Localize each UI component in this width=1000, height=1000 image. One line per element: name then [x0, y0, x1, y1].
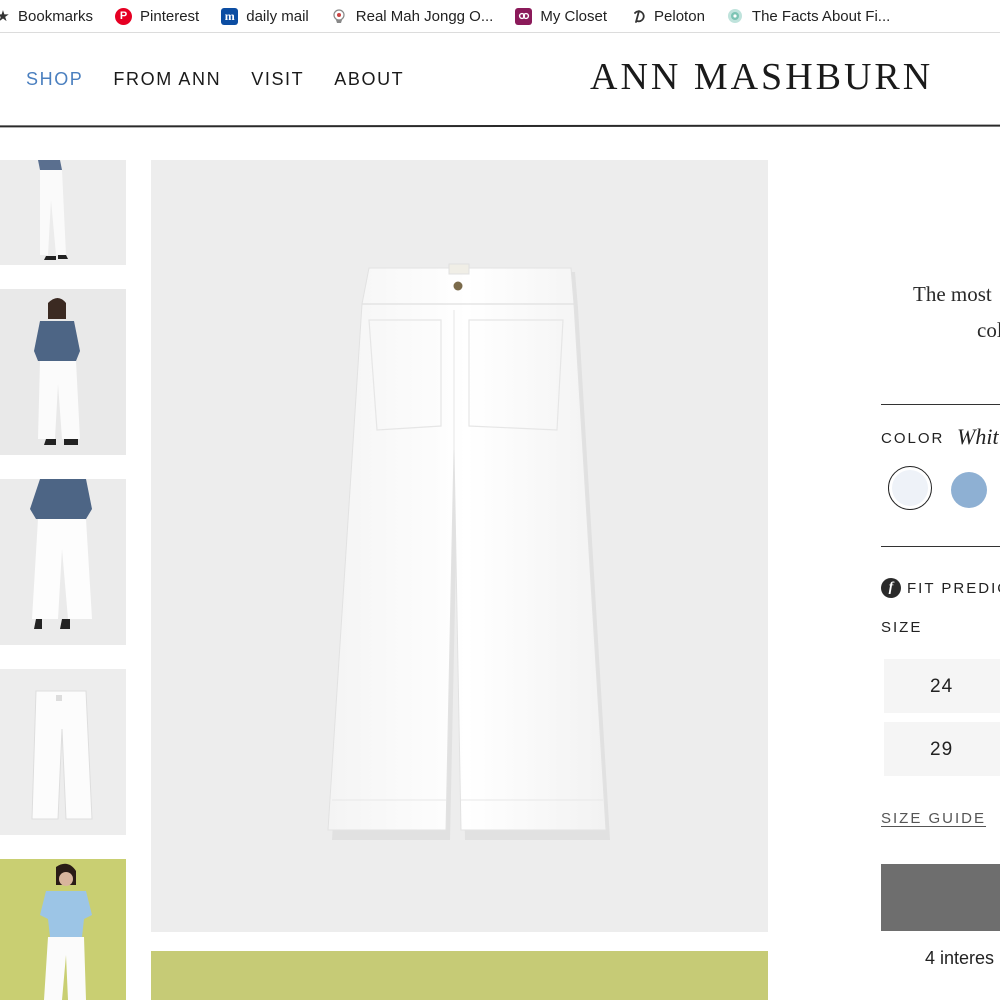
fit-predictor-link[interactable]: FIT PREDIC — [907, 580, 1000, 597]
product-description-line-2: col — [977, 318, 1000, 342]
selected-color-name: Whit — [957, 424, 999, 449]
nav-from-ann[interactable]: FROM ANN — [113, 69, 221, 90]
bookmark-label: Real Mah Jongg O... — [355, 7, 494, 25]
thumbnail-4[interactable] — [0, 669, 126, 835]
bookmark-daily-mail[interactable]: m daily mail — [221, 7, 309, 25]
size-option-label: 29 — [930, 739, 954, 760]
bookmark-facts[interactable]: The Facts About Fi... — [727, 7, 891, 25]
product-description-line-1: The most — [913, 282, 992, 306]
bookmark-label: Peloton — [654, 7, 705, 25]
bookmark-bookmarks[interactable]: ★ Bookmarks — [0, 7, 94, 26]
size-section-divider — [881, 546, 1000, 547]
bookmark-label: daily mail — [246, 7, 309, 25]
pinterest-icon: P — [115, 7, 133, 25]
facts-icon — [727, 8, 744, 25]
bookmark-label: The Facts About Fi... — [751, 7, 891, 25]
thumbnail-1[interactable] — [0, 160, 126, 265]
mahjong-icon — [331, 8, 348, 25]
secondary-product-image[interactable] — [151, 951, 768, 1000]
fit-predictor-icon[interactable]: f — [881, 578, 901, 598]
bookmarks-bar: ★ Bookmarks P Pinterest m daily mail Rea… — [0, 0, 1000, 33]
size-option-24[interactable]: 24 — [884, 659, 1000, 713]
brand-logo[interactable]: ANN MASHBURN — [590, 55, 933, 99]
bookmark-label: Pinterest — [140, 7, 200, 25]
thumbnail-5[interactable] — [0, 859, 126, 1000]
bookmark-real-mah-jongg[interactable]: Real Mah Jongg O... — [331, 7, 494, 25]
add-to-bag-button[interactable] — [881, 864, 1000, 931]
size-label: SIZE — [881, 619, 923, 636]
bookmark-pinterest[interactable]: P Pinterest — [115, 7, 200, 25]
main-product-image[interactable] — [151, 160, 768, 932]
color-section-divider — [881, 404, 1000, 405]
daily-mail-icon: m — [221, 7, 239, 25]
size-option-29[interactable]: 29 — [884, 722, 1000, 776]
bookmark-label: Bookmarks — [18, 7, 94, 25]
thumbnail-3[interactable] — [0, 479, 126, 645]
color-label: COLOR — [881, 430, 945, 447]
nav-about[interactable]: ABOUT — [334, 69, 404, 90]
main-nav: SHOP FROM ANN VISIT ABOUT — [26, 69, 434, 90]
color-swatch-white[interactable] — [888, 466, 932, 510]
thumbnail-2[interactable] — [0, 289, 126, 455]
size-guide-link[interactable]: SIZE GUIDE — [881, 810, 986, 827]
header-divider — [0, 124, 1000, 128]
interest-text: 4 interes — [925, 948, 995, 968]
site-header: SHOP FROM ANN VISIT ABOUT ANN MASHBURN — [0, 33, 1000, 127]
closet-icon — [515, 7, 533, 25]
star-icon: ★ — [0, 8, 10, 25]
bookmark-my-closet[interactable]: My Closet — [515, 7, 608, 25]
color-swatch-light-blue[interactable] — [951, 472, 987, 508]
size-option-label: 24 — [930, 676, 954, 697]
nav-visit[interactable]: VISIT — [251, 69, 304, 90]
bookmark-peloton[interactable]: Peloton — [629, 7, 705, 25]
bookmark-label: My Closet — [540, 7, 608, 25]
peloton-icon — [629, 8, 646, 25]
nav-shop[interactable]: SHOP — [26, 69, 83, 90]
